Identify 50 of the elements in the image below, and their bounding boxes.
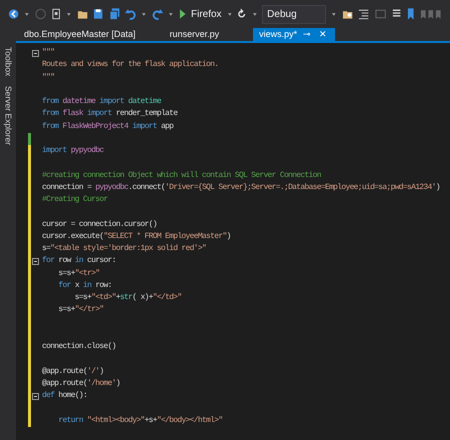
play-icon[interactable] bbox=[178, 8, 186, 20]
code-line: s=s+"<tr>" bbox=[57, 268, 100, 280]
tab-label[interactable]: views.py* bbox=[259, 28, 298, 41]
code-line: import pypyodbc bbox=[41, 145, 104, 157]
code-line: from FlaskWebProject4 import app bbox=[41, 120, 174, 132]
code-line: s=s+"</tr>" bbox=[57, 304, 104, 316]
code-line: #Creating Cursor bbox=[41, 194, 108, 206]
collapse-icon[interactable] bbox=[32, 258, 39, 265]
code-line: Routes and views for the flask application. bbox=[41, 59, 218, 72]
folder-search-icon[interactable] bbox=[342, 8, 354, 20]
code-line: """ bbox=[41, 47, 54, 59]
code-line: cursor.execute("SELECT * FROM EmployeeMaster") bbox=[41, 230, 231, 243]
configuration-dropdown[interactable]: Debug bbox=[262, 4, 326, 24]
code-line: @app.route('/') bbox=[41, 366, 104, 378]
save-all-icon[interactable] bbox=[108, 8, 120, 20]
code-line: for row in cursor: bbox=[41, 255, 116, 268]
code-line: def home(): bbox=[41, 390, 88, 402]
close-button[interactable]: ✕ bbox=[317, 28, 330, 41]
refresh-icon[interactable] bbox=[237, 8, 247, 20]
back-icon[interactable] bbox=[8, 8, 20, 20]
editor-tab[interactable]: dbo.EmployeeMaster [Data] bbox=[18, 28, 142, 41]
code-line: from flask import render_template bbox=[41, 108, 178, 120]
code-line: connection = pypyodbc.connect('Driver={SQL Server};Server=.;Database=Employee;uid=sa;pwd=sA1234') bbox=[41, 182, 440, 194]
code-line: s=s+"<td>"+str( x)+"</td>" bbox=[74, 292, 182, 304]
code-line: @app.route('/home') bbox=[41, 378, 120, 390]
undo-icon[interactable] bbox=[124, 8, 136, 20]
code-line: cursor = connection.cursor() bbox=[41, 218, 157, 230]
indent-icon[interactable] bbox=[358, 8, 370, 20]
bookmark-icon[interactable] bbox=[407, 8, 415, 20]
editor-tab[interactable]: views.py* ⊸ ✕ bbox=[253, 28, 336, 41]
editor-tab[interactable]: runserver.py bbox=[164, 28, 226, 41]
pin-button[interactable]: ⊸ bbox=[301, 28, 314, 41]
code-line: """ bbox=[41, 72, 54, 84]
collapse-icon[interactable] bbox=[32, 50, 39, 57]
code-line: connection.close() bbox=[41, 341, 116, 353]
code-line: for x in row: bbox=[57, 280, 112, 292]
collapse-icon[interactable] bbox=[32, 392, 39, 400]
comment-icon[interactable] bbox=[374, 8, 386, 20]
side-panel-tab[interactable]: Server Explorer bbox=[2, 86, 14, 146]
redo-icon[interactable] bbox=[152, 8, 163, 20]
code-line: s="<table style='border:1px solid red'>" bbox=[41, 243, 206, 255]
side-panel-tab[interactable]: Toolbox bbox=[2, 47, 14, 76]
code-line: return "<html><body>"+s+"</body></html>" bbox=[57, 414, 222, 426]
save-icon[interactable] bbox=[93, 8, 104, 20]
run-target-label[interactable]: Firefox bbox=[190, 6, 222, 22]
bookmark-nav-icon[interactable] bbox=[420, 8, 442, 20]
code-line: from datetime import datetime bbox=[41, 96, 161, 108]
new-project-icon[interactable] bbox=[51, 8, 62, 20]
code-line: #creating connection Object which will contain SQL Server Connection bbox=[41, 170, 321, 182]
folder-icon[interactable] bbox=[77, 8, 88, 20]
